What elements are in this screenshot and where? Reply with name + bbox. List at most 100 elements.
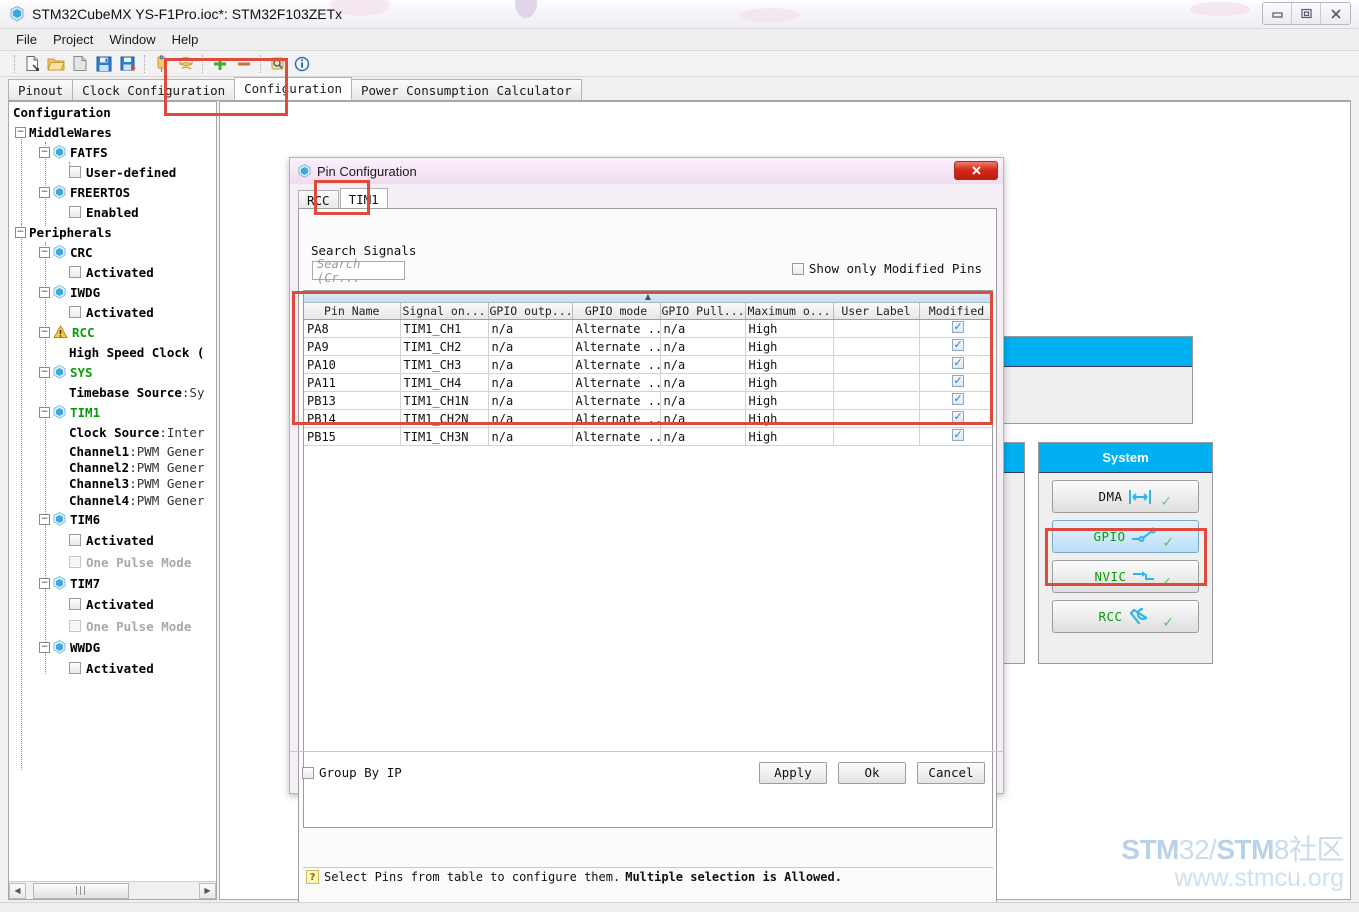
checkbox[interactable] — [69, 534, 81, 546]
tree-node-tim7-activated[interactable]: Activated — [9, 593, 205, 615]
modified-checkbox[interactable] — [951, 392, 964, 405]
tree-node-wwdg-activated[interactable]: Activated — [9, 657, 205, 679]
column-header-maximum-output[interactable]: Maximum o... — [745, 303, 834, 320]
table-sort-indicator[interactable]: ▲ — [304, 291, 992, 303]
tree-node-fatfs[interactable]: − FATFS — [9, 142, 205, 162]
table-row[interactable]: PB14 TIM1_CH2N n/a Alternate ... n/a Hig… — [304, 409, 992, 428]
apply-button[interactable]: Apply — [759, 761, 827, 784]
expander-icon[interactable]: − — [39, 513, 50, 525]
tree-node-iwdg[interactable]: − IWDG — [9, 282, 205, 302]
tree-node-channel1[interactable]: Channel1:PWM Generatio — [9, 443, 205, 459]
tree-node-tim6-activated[interactable]: Activated — [9, 529, 205, 551]
modified-checkbox[interactable] — [951, 356, 964, 369]
close-button[interactable] — [1321, 3, 1350, 24]
column-header-pin-name[interactable]: Pin Name — [304, 303, 401, 320]
column-header-modified[interactable]: Modified — [919, 303, 992, 320]
tree-node-high-speed-clock[interactable]: High Speed Clock (HS — [9, 342, 205, 362]
search-input[interactable]: Search (Cr... — [312, 257, 405, 285]
expander-icon[interactable]: − — [15, 126, 26, 138]
tree-node-crc-activated[interactable]: Activated — [9, 262, 205, 282]
modified-checkbox[interactable] — [951, 374, 964, 387]
tree-node-channel2[interactable]: Channel2:PWM Generatio — [9, 459, 205, 475]
generate-code-icon[interactable] — [174, 53, 198, 75]
expander-icon[interactable]: − — [39, 146, 50, 158]
cell-user-label[interactable] — [833, 319, 920, 338]
cell-user-label[interactable] — [833, 355, 920, 374]
column-header-signal-on[interactable]: Signal on... — [400, 303, 489, 320]
expander-icon[interactable]: − — [39, 406, 50, 418]
expander-icon[interactable]: − — [39, 366, 50, 378]
modified-checkbox[interactable] — [951, 410, 964, 423]
show-modified-pins-row[interactable]: Show only Modified Pins — [791, 261, 982, 276]
dma-button[interactable]: DMA ✓ — [1052, 480, 1199, 513]
column-header-user-label[interactable]: User Label — [833, 303, 920, 320]
tree-node-channel3[interactable]: Channel3:PWM Generatio — [9, 475, 205, 491]
configuration-tree[interactable]: Configuration − MiddleWares − FATFS User… — [9, 102, 205, 880]
open-project-icon[interactable] — [44, 53, 68, 75]
show-modified-pins-checkbox[interactable] — [791, 262, 804, 275]
tree-node-wwdg[interactable]: − WWDG — [9, 637, 205, 657]
ok-button[interactable]: Ok — [838, 761, 906, 784]
modified-checkbox[interactable] — [951, 320, 964, 333]
dialog-tab-rcc[interactable]: RCC — [298, 190, 339, 209]
tree-horizontal-scrollbar[interactable]: ◀ ||| ▶ — [9, 881, 216, 899]
tree-node-crc[interactable]: − CRC — [9, 242, 205, 262]
table-row[interactable]: PB15 TIM1_CH3N n/a Alternate ... n/a Hig… — [304, 427, 992, 446]
dialog-tab-tim1[interactable]: TIM1 — [339, 188, 388, 209]
expander-icon[interactable]: − — [15, 226, 26, 238]
tree-node-iwdg-activated[interactable]: Activated — [9, 302, 205, 322]
scrollbar-thumb[interactable]: ||| — [33, 882, 129, 899]
checkbox[interactable] — [69, 306, 81, 318]
tab-clock-configuration[interactable]: Clock Configuration — [72, 79, 236, 100]
tree-node-sys[interactable]: − SYS — [9, 362, 205, 382]
checkbox[interactable] — [69, 662, 81, 674]
cell-user-label[interactable] — [833, 337, 920, 356]
tree-node-timebase-source[interactable]: Timebase Source:SysTi — [9, 382, 205, 402]
checkbox[interactable] — [69, 598, 81, 610]
expander-icon[interactable]: − — [39, 326, 50, 338]
tree-node-rcc[interactable]: − RCC — [9, 322, 205, 342]
modified-checkbox[interactable] — [951, 338, 964, 351]
rcc-button[interactable]: RCC ✓ — [1052, 600, 1199, 633]
tree-node-user-defined[interactable]: User-defined — [9, 162, 205, 182]
expander-icon[interactable]: − — [39, 286, 50, 298]
column-header-gpio-output[interactable]: GPIO outp... — [488, 303, 573, 320]
group-by-ip-checkbox[interactable] — [302, 766, 314, 779]
save-icon[interactable] — [92, 53, 116, 75]
menu-item-window[interactable]: Window — [101, 30, 163, 49]
tree-node-tim1[interactable]: − TIM1 — [9, 402, 205, 422]
table-row[interactable]: PA10 TIM1_CH3 n/a Alternate ... n/a High — [304, 355, 992, 374]
checkbox[interactable] — [69, 266, 81, 278]
menu-item-project[interactable]: Project — [45, 30, 101, 49]
expander-icon[interactable]: − — [39, 641, 50, 653]
table-row[interactable]: PA11 TIM1_CH4 n/a Alternate ... n/a High — [304, 373, 992, 392]
table-row[interactable]: PA9 TIM1_CH2 n/a Alternate ... n/a High — [304, 337, 992, 356]
expander-icon[interactable]: − — [39, 577, 50, 589]
generate-report-icon[interactable] — [150, 53, 174, 75]
menu-item-help[interactable]: Help — [164, 30, 207, 49]
save-as-icon[interactable] — [116, 53, 140, 75]
save-project-icon[interactable] — [68, 53, 92, 75]
cell-user-label[interactable] — [833, 427, 920, 446]
tab-power-consumption-calculator[interactable]: Power Consumption Calculator — [351, 79, 582, 100]
nvic-button[interactable]: NVIC ✓ — [1052, 560, 1199, 593]
scroll-right-arrow-icon[interactable]: ▶ — [199, 882, 216, 899]
tree-node-middlewares[interactable]: − MiddleWares — [9, 122, 205, 142]
tree-node-tim7[interactable]: − TIM7 — [9, 573, 205, 593]
group-by-ip-row[interactable]: Group By IP — [302, 765, 402, 780]
zoom-in-icon[interactable] — [208, 53, 232, 75]
tree-node-freertos[interactable]: − FREERTOS — [9, 182, 205, 202]
about-icon[interactable] — [290, 53, 314, 75]
cancel-button[interactable]: Cancel — [917, 761, 985, 784]
expander-icon[interactable]: − — [39, 246, 50, 258]
new-project-icon[interactable] — [20, 53, 44, 75]
maximize-button[interactable] — [1292, 3, 1321, 24]
cell-user-label[interactable] — [833, 373, 920, 392]
tree-node-peripherals[interactable]: − Peripherals — [9, 222, 205, 242]
tree-node-channel4[interactable]: Channel4:PWM Generatio — [9, 491, 205, 509]
tab-pinout[interactable]: Pinout — [8, 79, 74, 100]
scroll-left-arrow-icon[interactable]: ◀ — [9, 882, 26, 899]
table-row[interactable]: PB13 TIM1_CH1N n/a Alternate ... n/a Hig… — [304, 391, 992, 410]
table-row[interactable]: PA8 TIM1_CH1 n/a Alternate ... n/a High — [304, 319, 992, 338]
dialog-close-button[interactable] — [954, 161, 998, 180]
